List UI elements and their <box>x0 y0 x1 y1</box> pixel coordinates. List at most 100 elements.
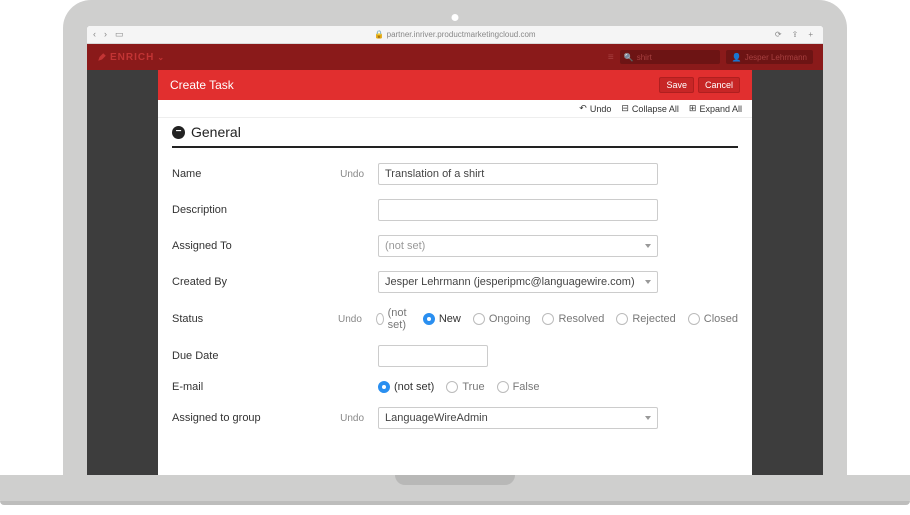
modal-header: Create Task Save Cancel <box>158 70 752 100</box>
undo-action[interactable]: ↶ Undo <box>579 103 611 114</box>
share-icon[interactable]: ⇪ <box>792 30 799 39</box>
user-menu[interactable]: 👤 Jesper Lehrmann <box>726 50 813 64</box>
status-radios-option[interactable]: Rejected <box>616 313 675 325</box>
user-name: Jesper Lehrmann <box>745 53 807 62</box>
new-tab-icon[interactable]: + <box>808 30 813 39</box>
description-input[interactable] <box>378 199 658 221</box>
collapse-all-action[interactable]: ⊟ Collapse All <box>621 103 679 114</box>
status-radios-option[interactable]: Closed <box>688 313 738 325</box>
email-row: E-mail (not set)TrueFalse <box>158 374 752 400</box>
email-radios-option[interactable]: False <box>497 381 540 393</box>
reload-icon[interactable]: ⟳ <box>775 30 782 39</box>
radio-dot-icon <box>497 381 509 393</box>
form-body: Name Undo Description Assigned To <box>158 148 752 475</box>
radio-label: (not set) <box>388 307 411 331</box>
app-brand[interactable]: ENRICH ⌄ <box>97 52 165 63</box>
undo-label: Undo <box>590 104 612 114</box>
menu-icon[interactable]: ≡ <box>608 52 614 63</box>
cancel-button[interactable]: Cancel <box>698 77 740 93</box>
radio-dot-icon <box>376 313 384 325</box>
section-header[interactable]: − General <box>172 118 738 148</box>
screen-content: ‹ › ▭ 🔒 partner.inriver.productmarketing… <box>87 26 823 475</box>
status-radios-option[interactable]: (not set) <box>376 307 411 331</box>
assigned-group-value: LanguageWireAdmin <box>385 412 488 424</box>
laptop-notch <box>395 475 515 485</box>
radio-dot-icon <box>688 313 700 325</box>
assigned-to-label: Assigned To <box>172 240 322 252</box>
chevron-down-icon: ⌄ <box>157 53 165 62</box>
description-label: Description <box>172 204 322 216</box>
url-text: partner.inriver.productmarketingcloud.co… <box>387 30 536 39</box>
browser-right-buttons: ⟳ ⇪ + <box>775 30 813 39</box>
save-button[interactable]: Save <box>659 77 694 93</box>
email-radios-option[interactable]: (not set) <box>378 381 434 393</box>
undo-icon: ↶ <box>579 103 587 114</box>
radio-dot-icon <box>616 313 628 325</box>
name-row: Name Undo <box>158 156 752 192</box>
due-date-label: Due Date <box>172 350 322 362</box>
expand-icon: ⊞ <box>689 103 697 114</box>
description-row: Description <box>158 192 752 228</box>
app-header: ENRICH ⌄ ≡ 🔍 shirt 👤 Jesper Lehrmann <box>87 44 823 70</box>
camera-dot <box>452 14 459 21</box>
radio-dot-icon <box>473 313 485 325</box>
name-undo[interactable]: Undo <box>330 169 370 180</box>
status-row: Status Undo (not set) New Ongoing Resolved R… <box>158 300 752 338</box>
modal-title: Create Task <box>170 78 234 92</box>
pencil-icon <box>97 52 107 62</box>
radio-label: Resolved <box>558 313 604 325</box>
tabs-icon[interactable]: ▭ <box>115 29 124 40</box>
expand-label: Expand All <box>699 104 742 114</box>
assigned-group-undo[interactable]: Undo <box>330 413 370 424</box>
created-by-value: Jesper Lehrmann (jesperipmc@languagewire… <box>385 276 635 288</box>
status-undo[interactable]: Undo <box>328 314 368 325</box>
browser-chrome: ‹ › ▭ 🔒 partner.inriver.productmarketing… <box>87 26 823 44</box>
user-icon: 👤 <box>732 53 742 62</box>
collapse-toggle-icon[interactable]: − <box>172 126 185 139</box>
created-by-row: Created By Jesper Lehrmann (jesperipmc@l… <box>158 264 752 300</box>
chevron-down-icon <box>645 416 651 420</box>
created-by-select[interactable]: Jesper Lehrmann (jesperipmc@languagewire… <box>378 271 658 293</box>
search-input[interactable]: 🔍 shirt <box>620 50 720 64</box>
collapse-icon: ⊟ <box>621 103 629 114</box>
section-title: General <box>191 124 241 140</box>
radio-label: True <box>462 381 484 393</box>
radio-dot-icon <box>542 313 554 325</box>
assigned-to-row: Assigned To (not set) <box>158 228 752 264</box>
radio-dot-icon <box>446 381 458 393</box>
radio-label: Ongoing <box>489 313 531 325</box>
radio-label: Rejected <box>632 313 675 325</box>
status-radios-option[interactable]: New <box>423 313 461 325</box>
due-date-input[interactable] <box>378 345 488 367</box>
radio-label: False <box>513 381 540 393</box>
assigned-to-select[interactable]: (not set) <box>378 235 658 257</box>
assigned-group-label: Assigned to group <box>172 412 322 424</box>
assigned-group-row: Assigned to group Undo LanguageWireAdmin <box>158 400 752 436</box>
name-label: Name <box>172 168 322 180</box>
lock-icon: 🔒 <box>374 30 384 39</box>
search-value: shirt <box>637 53 652 62</box>
forward-icon[interactable]: › <box>104 29 107 40</box>
assigned-group-select[interactable]: LanguageWireAdmin <box>378 407 658 429</box>
url-bar[interactable]: 🔒 partner.inriver.productmarketingcloud.… <box>374 30 535 39</box>
collapse-label: Collapse All <box>632 104 679 114</box>
due-date-row: Due Date <box>158 338 752 374</box>
created-by-label: Created By <box>172 276 322 288</box>
laptop-frame: ‹ › ▭ 🔒 partner.inriver.productmarketing… <box>0 0 910 515</box>
modal-toolbar: ↶ Undo ⊟ Collapse All ⊞ Expand All <box>158 100 752 118</box>
browser-nav-buttons: ‹ › ▭ <box>93 29 124 40</box>
name-input[interactable] <box>378 163 658 185</box>
status-label: Status <box>172 313 320 325</box>
assigned-to-value: (not set) <box>385 240 425 252</box>
status-radio-group: (not set) New Ongoing Resolved Rejected Close… <box>376 307 738 331</box>
general-section: − General <box>158 118 752 148</box>
expand-all-action[interactable]: ⊞ Expand All <box>689 103 742 114</box>
chevron-down-icon <box>645 244 651 248</box>
status-radios-option[interactable]: Resolved <box>542 313 604 325</box>
back-icon[interactable]: ‹ <box>93 29 96 40</box>
email-radios-option[interactable]: True <box>446 381 484 393</box>
laptop-base <box>0 475 910 503</box>
status-radios-option[interactable]: Ongoing <box>473 313 531 325</box>
radio-label: (not set) <box>394 381 434 393</box>
radio-label: Closed <box>704 313 738 325</box>
